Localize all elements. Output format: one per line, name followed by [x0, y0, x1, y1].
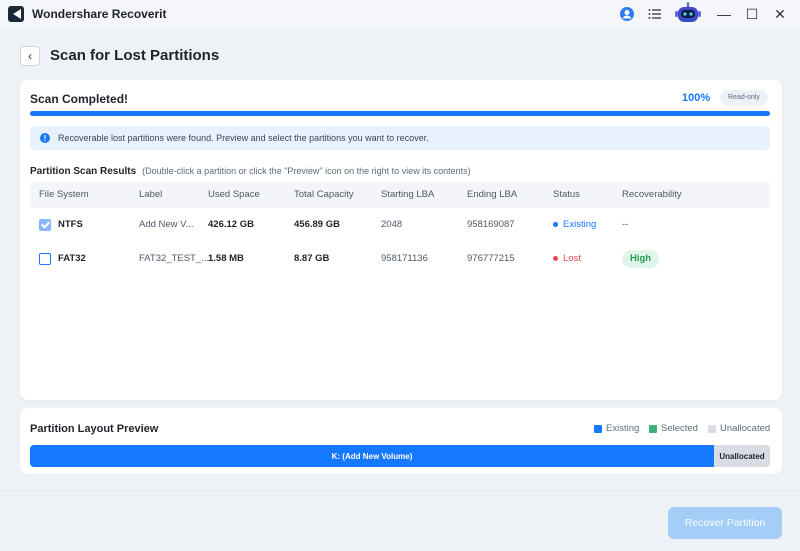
legend-unallocated: Unallocated — [708, 423, 770, 434]
title-bar-controls: — ☐ ✕ — [610, 0, 794, 28]
maximize-button[interactable]: ☐ — [738, 3, 766, 25]
column-recoverability[interactable]: Recoverability — [622, 182, 682, 208]
cell-total-capacity: 456.89 GB — [294, 219, 340, 230]
column-used-space[interactable]: Used Space — [208, 182, 260, 208]
legend-selected-label: Selected — [661, 423, 698, 434]
cell-used-space: 426.12 GB — [208, 219, 254, 230]
recover-partition-button[interactable]: Recover Partition — [668, 507, 782, 539]
scan-progress-bar — [30, 111, 770, 116]
app-title: Wondershare Recoverit — [32, 7, 167, 21]
results-title: Partition Scan Results — [30, 166, 137, 177]
status-text: Existing — [563, 219, 597, 230]
scan-percent: 100% — [682, 92, 711, 104]
footer-divider — [0, 490, 800, 491]
legend-selected-swatch — [649, 424, 657, 433]
recoverability-badge: High — [622, 250, 660, 268]
status-text: Lost — [563, 253, 581, 264]
cell-label: FAT32_TEST_... — [139, 253, 210, 264]
cell-used-space: 1.58 MB — [208, 253, 244, 264]
table-row[interactable]: NTFS Add New V... 426.12 GB 456.89 GB 20… — [30, 208, 770, 242]
cell-starting-lba: 2048 — [381, 219, 403, 230]
title-bar: Wondershare Recoverit — ☐ ✕ — [0, 0, 800, 28]
legend-existing-label: Existing — [606, 423, 640, 434]
menu-list-icon[interactable] — [644, 3, 666, 25]
cell-label: Add New V... — [139, 219, 194, 230]
minimize-button[interactable]: — — [710, 3, 738, 25]
row-checkbox[interactable] — [39, 253, 51, 265]
cell-total-capacity: 8.87 GB — [294, 253, 330, 264]
scan-progress-fill — [30, 111, 770, 116]
table-row[interactable]: FAT32 FAT32_TEST_... 1.58 MB 8.87 GB 958… — [30, 242, 770, 276]
app-logo-icon — [8, 6, 24, 22]
info-message: Recoverable lost partitions were found. … — [58, 133, 429, 143]
cell-starting-lba: 958171136 — [381, 253, 428, 264]
close-button[interactable]: ✕ — [766, 3, 794, 25]
column-label[interactable]: Label — [139, 182, 162, 208]
cell-ending-lba: 976777215 — [467, 253, 515, 264]
info-icon: ! — [40, 133, 50, 143]
assistant-robot-icon[interactable] — [674, 2, 702, 26]
legend-existing-swatch — [594, 424, 602, 433]
legend-unallocated-swatch — [708, 424, 716, 433]
read-only-badge: Read-only — [720, 90, 768, 106]
legend-selected: Selected — [649, 423, 698, 434]
cell-status: Lost — [553, 242, 581, 276]
cell-status: Existing — [553, 208, 596, 242]
page-title: Scan for Lost Partitions — [50, 47, 220, 64]
cell-recoverability: -- — [622, 219, 629, 230]
results-header: Partition Scan Results (Double-click a p… — [30, 166, 471, 177]
partition-table: File System Label Used Space Total Capac… — [30, 182, 770, 276]
segment-unallocated[interactable]: Unallocated — [714, 445, 770, 467]
cell-file-system: NTFS — [58, 219, 83, 230]
status-dot-icon — [553, 255, 558, 261]
partition-layout-bar: K: (Add New Volume) Unallocated — [30, 445, 770, 467]
results-hint: (Double-click a partition or click the "… — [142, 166, 471, 176]
account-icon[interactable] — [616, 3, 638, 25]
status-dot-icon — [553, 221, 558, 227]
column-starting-lba[interactable]: Starting LBA — [381, 182, 434, 208]
scan-status-title: Scan Completed! — [30, 92, 129, 106]
segment-existing-volume[interactable]: K: (Add New Volume) — [30, 445, 714, 467]
row-checkbox[interactable] — [39, 219, 51, 231]
cell-file-system: FAT32 — [58, 253, 86, 264]
legend-existing: Existing — [594, 423, 639, 434]
column-total-capacity[interactable]: Total Capacity — [294, 182, 354, 208]
table-header: File System Label Used Space Total Capac… — [30, 182, 770, 208]
legend-unallocated-label: Unallocated — [720, 423, 771, 434]
column-status[interactable]: Status — [553, 182, 580, 208]
column-ending-lba[interactable]: Ending LBA — [467, 182, 517, 208]
column-file-system[interactable]: File System — [39, 182, 89, 208]
back-button[interactable]: ‹ — [20, 46, 40, 66]
info-banner: ! Recoverable lost partitions were found… — [30, 126, 770, 150]
cell-ending-lba: 958169087 — [467, 219, 515, 230]
layout-preview-title: Partition Layout Preview — [30, 423, 159, 435]
